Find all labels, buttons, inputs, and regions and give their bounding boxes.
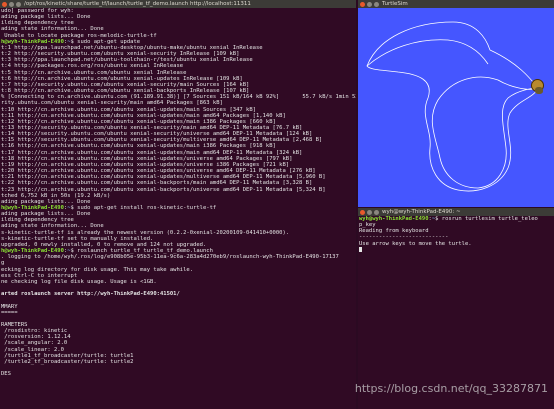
terminal-line: t:23 http://cn.archive.ubuntu.com/ubuntu… xyxy=(1,186,326,193)
terminal-line xyxy=(359,246,554,253)
right-terminal-titlebar[interactable]: wyh@wyh-ThinkPad-E490: ~ xyxy=(358,208,554,216)
minimize-icon[interactable] xyxy=(367,209,372,215)
maximize-icon[interactable] xyxy=(374,209,379,215)
minimize-icon[interactable] xyxy=(9,1,14,7)
watermark: https://blog.csdn.net/qq_33287871 xyxy=(354,382,548,395)
close-icon[interactable] xyxy=(360,1,365,7)
terminal-line: t:22 http://cn.archive.ubuntu.com/ubuntu… xyxy=(1,180,313,187)
terminal-lines: wyh@wyh-ThinkPad-E490:~$ rosrun turtlesi… xyxy=(358,216,554,253)
right-terminal-title: wyh@wyh-ThinkPad-E490: ~ xyxy=(382,209,461,215)
turtlesim-window[interactable]: TurtleSim xyxy=(358,0,554,207)
terminal-line: DES xyxy=(1,371,11,378)
turtle2-icon xyxy=(535,87,543,94)
left-terminal-titlebar[interactable]: /opt/ros/kinetic/share/turtle_tf/launch/… xyxy=(0,0,356,8)
right-terminal-output[interactable]: wyh@wyh-ThinkPad-E490:~$ rosrun turtlesi… xyxy=(358,216,554,409)
terminal-line: . logging to /home/wyh/.ros/log/e908b05e… xyxy=(1,254,339,261)
close-icon[interactable] xyxy=(2,1,7,7)
prompt-user: wyh@wyh-ThinkPad-E490 xyxy=(359,216,429,222)
prompt-user: h@wyh-ThinkPad-E490 xyxy=(1,205,64,211)
terminal-cursor xyxy=(359,246,362,252)
prompt-user: h@wyh-ThinkPad-E490 xyxy=(1,248,64,255)
left-terminal-output[interactable]: udo] password for wyh: ading package list… xyxy=(0,8,356,409)
turtle-trail-path xyxy=(366,39,489,67)
close-icon[interactable] xyxy=(360,209,365,215)
maximize-icon[interactable] xyxy=(16,1,21,7)
minimize-icon[interactable] xyxy=(367,1,372,7)
prompt-user: h@wyh-ThinkPad-E490 xyxy=(1,38,64,45)
turtlesim-title: TurtleSim xyxy=(382,1,408,7)
right-terminal-window[interactable]: wyh@wyh-ThinkPad-E490: ~ wyh@wyh-ThinkPa… xyxy=(358,208,554,409)
turtle-trail-path xyxy=(366,21,539,192)
prompt-command: $ sudo apt-get update xyxy=(70,38,141,45)
left-terminal-title: /opt/ros/kinetic/share/turtle_tf/launch/… xyxy=(24,1,251,7)
turtlesim-canvas xyxy=(358,8,554,207)
terminal-lines: udo] password for wyh: ading package list… xyxy=(0,8,356,377)
prompt-command: $ sudo apt-get install ros-kinetic-turtl… xyxy=(70,205,217,211)
terminal-line: wyh@wyh-ThinkPad-E490:~$ rosrun turtlesi… xyxy=(359,216,554,222)
left-terminal-window[interactable]: /opt/ros/kinetic/share/turtle_tf/launch/… xyxy=(0,0,356,409)
prompt-command: $ roslaunch turtle_tf turtle_tf_demo.lau… xyxy=(70,248,213,255)
turtlesim-titlebar[interactable]: TurtleSim xyxy=(358,0,554,8)
turtle-paths xyxy=(366,21,539,192)
maximize-icon[interactable] xyxy=(374,1,379,7)
prompt-command: $ rosrun turtlesim turtle_teleo xyxy=(435,216,538,222)
